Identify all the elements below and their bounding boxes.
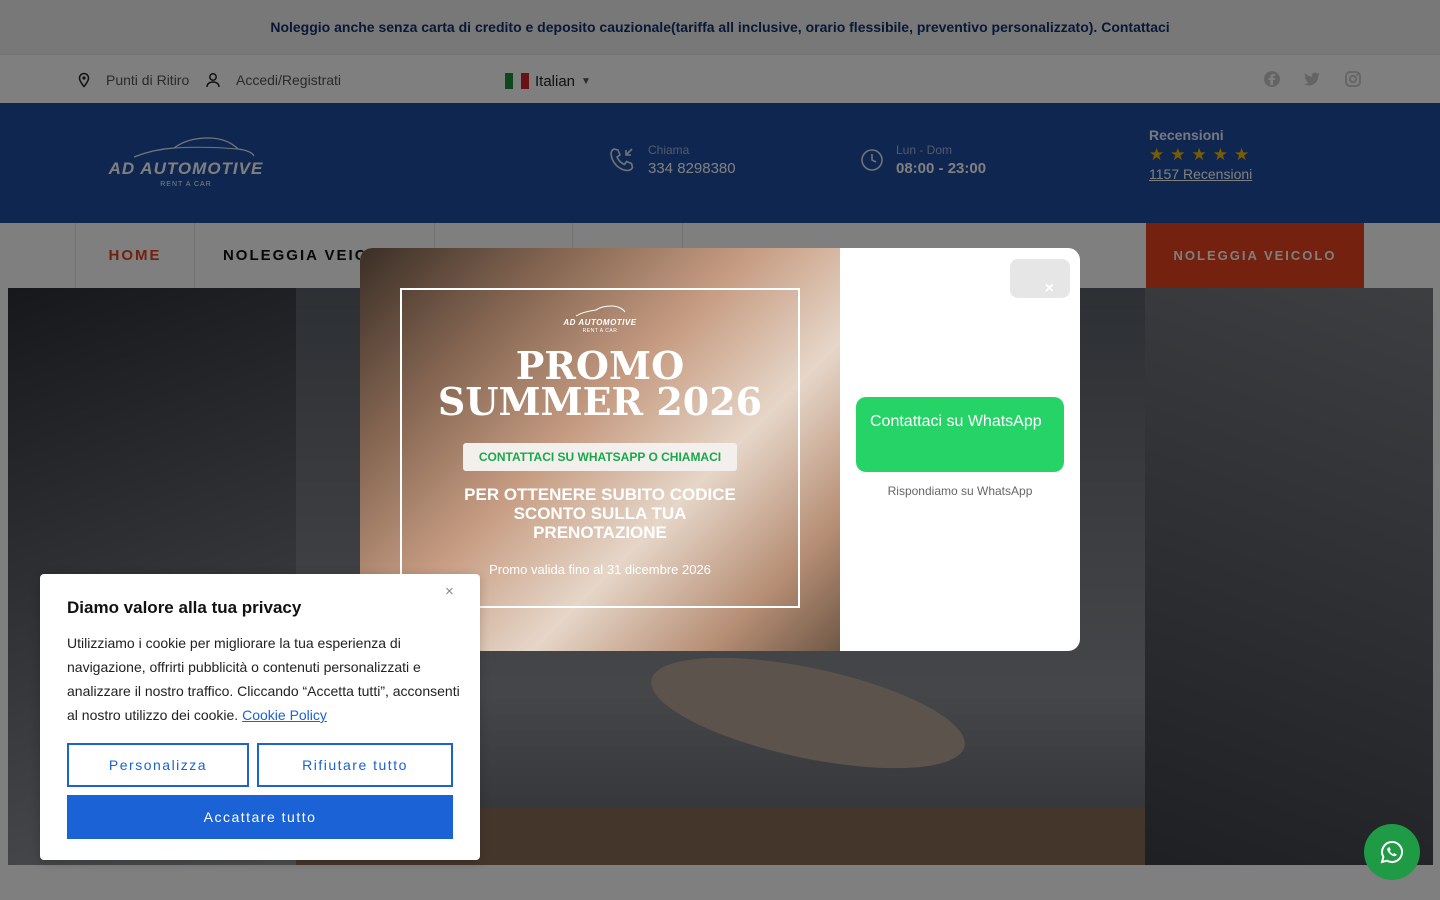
close-modal-button[interactable]: × bbox=[1010, 259, 1070, 298]
whatsapp-float-button[interactable] bbox=[1364, 824, 1420, 880]
cookie-reject-button[interactable]: Rifiutare tutto bbox=[257, 743, 453, 787]
whatsapp-subtext: Rispondiamo su WhatsApp bbox=[887, 484, 1033, 498]
promo-cta-body: PER OTTENERE SUBITO CODICE SCONTO SULLA … bbox=[464, 485, 736, 542]
promo-title-line2: SUMMER 2026 bbox=[437, 379, 763, 424]
cookie-banner: × Diamo valore alla tua privacy Utilizzi… bbox=[40, 574, 480, 860]
promo-contact-pill: CONTATTACI SU WHATSAPP O CHIAMACI bbox=[463, 443, 737, 471]
whatsapp-icon bbox=[1380, 840, 1404, 864]
cookie-customize-button[interactable]: Personalizza bbox=[67, 743, 249, 787]
promo-cta-text: PER OTTENERE SUBITO CODICE SCONTO SULLA … bbox=[360, 485, 840, 542]
cookie-accept-button[interactable]: Accattare tutto bbox=[67, 795, 453, 839]
promo-car-logo-icon bbox=[575, 305, 626, 317]
whatsapp-contact-button[interactable]: Contattaci su WhatsApp bbox=[856, 397, 1064, 472]
cookie-close-icon[interactable]: × bbox=[445, 583, 454, 600]
close-icon: × bbox=[1044, 280, 1054, 297]
cookie-title: Diamo valore alla tua privacy bbox=[67, 598, 302, 617]
promo-logo-text: AD AUTOMOTIVE bbox=[563, 318, 637, 327]
cookie-body: Utilizziamo i cookie per migliorare la t… bbox=[67, 631, 462, 727]
promo-logo-subtitle: RENT A CAR bbox=[582, 328, 618, 334]
cookie-policy-link[interactable]: Cookie Policy bbox=[242, 707, 327, 723]
promo-title: PROMO SUMMER 2026 bbox=[360, 347, 840, 424]
